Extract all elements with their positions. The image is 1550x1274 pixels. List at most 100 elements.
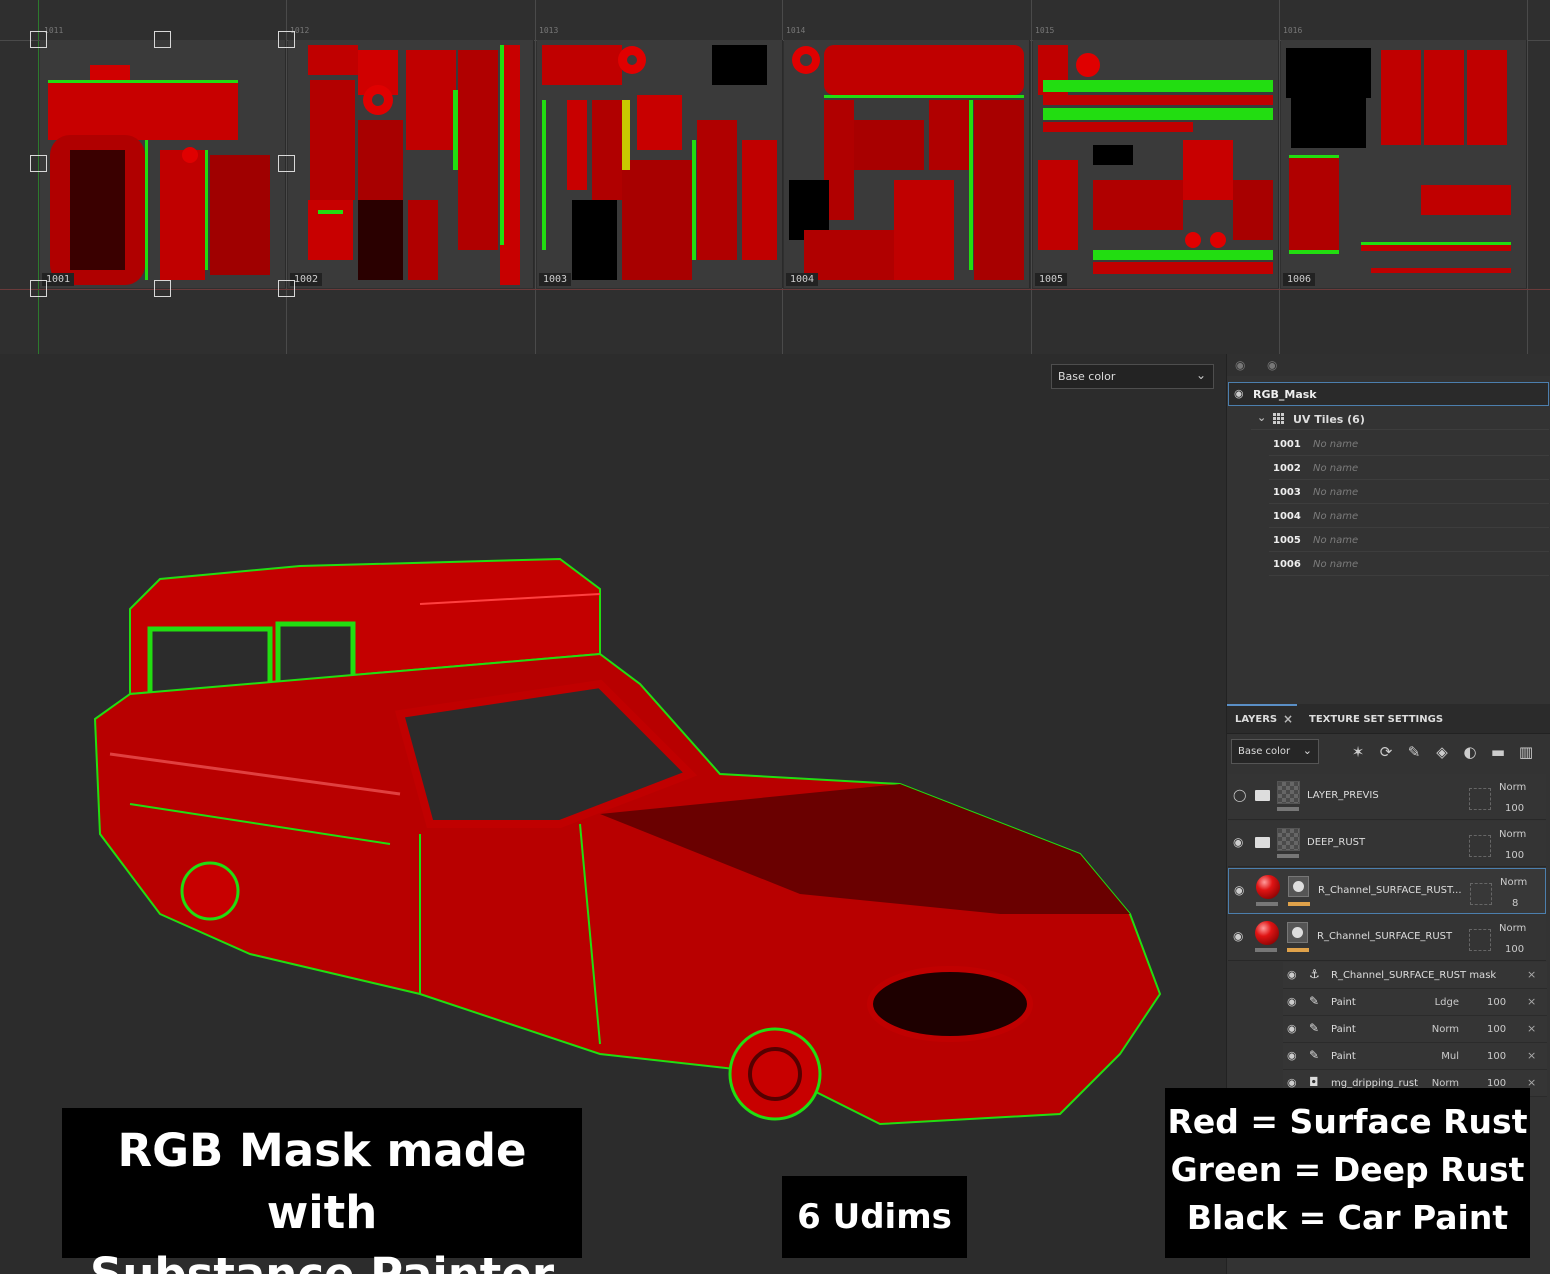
mask-bar xyxy=(1287,948,1309,952)
uv-tile-number: 1004 xyxy=(1273,511,1301,522)
layer-opacity[interactable]: 8 xyxy=(1512,898,1518,909)
layer-opacity[interactable]: 100 xyxy=(1505,850,1524,861)
effect-opacity[interactable]: 100 xyxy=(1487,1024,1506,1035)
transform-handle[interactable] xyxy=(278,155,295,172)
texture-set-item[interactable]: ◉ RGB_Mask xyxy=(1228,382,1549,406)
layer-mask-slot[interactable] xyxy=(1470,883,1492,905)
folder-icon[interactable]: ▬ xyxy=(1488,742,1508,762)
uv-tile-1005[interactable]: 1005 xyxy=(1033,40,1279,288)
paint-effect-row[interactable]: ◉ ✎ Paint Ldge 100 × xyxy=(1283,989,1547,1016)
layer-mask-slot[interactable] xyxy=(1469,835,1491,857)
effect-blend-mode[interactable]: Norm xyxy=(1389,1024,1459,1035)
uv-top-label: 1013 xyxy=(539,26,559,35)
paint-brush-icon[interactable]: ✎ xyxy=(1404,742,1424,762)
transform-handle[interactable] xyxy=(278,31,295,48)
layer-mask-slot[interactable] xyxy=(1469,929,1491,951)
uv-tile-item[interactable]: 1003 No name xyxy=(1269,480,1549,504)
layers-channel-value: Base color xyxy=(1238,746,1291,757)
uv-tile-1004[interactable]: 1004 xyxy=(784,40,1030,288)
mask-effect-row[interactable]: ◉ ⚓ R_Channel_SURFACE_RUST mask × xyxy=(1283,962,1547,989)
texture-set-toolbar: ◉ ◉ xyxy=(1227,354,1550,376)
transform-handle[interactable] xyxy=(30,155,47,172)
eye-icon[interactable]: ◉ xyxy=(1287,968,1297,981)
uv-tile-item[interactable]: 1001 No name xyxy=(1269,432,1549,456)
add-layer-icon[interactable]: ⟳ xyxy=(1376,742,1396,762)
transform-handle[interactable] xyxy=(30,280,47,297)
uv-tiles-group[interactable]: ⌄ UV Tiles (6) xyxy=(1251,408,1549,430)
trash-icon[interactable]: ▥ xyxy=(1516,742,1536,762)
viewport-channel-select[interactable]: Base color ⌄ xyxy=(1051,364,1214,389)
uv-tile-label: 1005 xyxy=(1035,273,1068,286)
paint-effect-row[interactable]: ◉ ✎ Paint Norm 100 × xyxy=(1283,1016,1547,1043)
transform-handle[interactable] xyxy=(154,280,171,297)
layer-opacity[interactable]: 100 xyxy=(1505,803,1524,814)
magic-wand-icon[interactable]: ✶ xyxy=(1348,742,1368,762)
eye-icon[interactable]: ◉ xyxy=(1234,883,1244,897)
mask-thumbnail[interactable] xyxy=(1288,876,1309,897)
tab-layers[interactable]: LAYERS xyxy=(1226,704,1298,725)
close-icon[interactable]: × xyxy=(1527,1049,1536,1062)
effect-blend-mode[interactable]: Ldge xyxy=(1389,997,1459,1008)
effect-name: Paint xyxy=(1331,997,1356,1008)
eye-icon[interactable]: ◉ xyxy=(1234,387,1244,400)
uv-tile-1002[interactable]: 1002 xyxy=(288,40,534,288)
uv-tile-item[interactable]: 1002 No name xyxy=(1269,456,1549,480)
layer-mask-slot[interactable] xyxy=(1469,788,1491,810)
effect-name: Paint xyxy=(1331,1051,1356,1062)
effect-name: R_Channel_SURFACE_RUST mask xyxy=(1331,970,1497,981)
close-icon[interactable]: × xyxy=(1283,712,1293,726)
uv-tile-1003[interactable]: 1003 xyxy=(537,40,783,288)
texture-set-name: RGB_Mask xyxy=(1253,388,1317,401)
transform-handle[interactable] xyxy=(278,280,295,297)
eye-visibility-icon[interactable]: ◉ xyxy=(1235,358,1251,372)
layer-blend-mode[interactable]: Norm xyxy=(1499,923,1526,934)
transform-handle[interactable] xyxy=(154,31,171,48)
layer-blend-mode[interactable]: Norm xyxy=(1500,877,1527,888)
eye-icon[interactable]: ◉ xyxy=(1287,1049,1297,1062)
layer-item[interactable]: ◉ DEEP_RUST Norm 100 xyxy=(1228,821,1546,867)
layer-name: LAYER_PREVIS xyxy=(1307,790,1379,801)
uv-tile-1006[interactable]: 1006 xyxy=(1281,40,1527,288)
eye-icon[interactable]: ◉ xyxy=(1287,995,1297,1008)
uv-tile-item[interactable]: 1004 No name xyxy=(1269,504,1549,528)
layers-channel-select[interactable]: Base color ⌄ xyxy=(1231,739,1319,764)
uv-editor[interactable]: 1001 1002 1003 1004 1005 1006 1011 1012 … xyxy=(0,0,1550,354)
close-icon[interactable]: × xyxy=(1527,968,1536,981)
paint-effect-row[interactable]: ◉ ✎ Paint Mul 100 × xyxy=(1283,1043,1547,1070)
layer-opacity[interactable]: 100 xyxy=(1505,944,1524,955)
caption-line: Substance Painter xyxy=(62,1244,582,1274)
layer-item[interactable]: ◯ LAYER_PREVIS Norm 100 xyxy=(1228,774,1546,820)
close-icon[interactable]: × xyxy=(1527,995,1536,1008)
uv-islands-1001 xyxy=(48,65,270,285)
layer-item[interactable]: ◉ R_Channel_SURFACE_RUST Norm 100 xyxy=(1228,915,1546,961)
uv-tile-item[interactable]: 1006 No name xyxy=(1269,552,1549,576)
transform-handle[interactable] xyxy=(30,31,47,48)
layer-item-selected[interactable]: ◉ R_Channel_SURFACE_RUST... Norm 8 xyxy=(1228,868,1546,914)
eye-icon[interactable]: ◉ xyxy=(1233,835,1243,849)
tab-texture-set-settings[interactable]: TEXTURE SET SETTINGS xyxy=(1309,714,1443,725)
layer-name: DEEP_RUST xyxy=(1307,837,1366,848)
chevron-down-icon: ⌄ xyxy=(1302,744,1312,757)
effect-opacity[interactable]: 100 xyxy=(1487,1051,1506,1062)
caption-line: Red = Surface Rust xyxy=(1167,1102,1528,1141)
uv-tile-1001[interactable]: 1001 xyxy=(40,40,286,288)
close-icon[interactable]: × xyxy=(1527,1022,1536,1035)
fill-bucket-icon[interactable]: ◈ xyxy=(1432,742,1452,762)
mask-icon[interactable]: ◐ xyxy=(1460,742,1480,762)
eye-icon[interactable]: ◯ xyxy=(1233,788,1246,802)
eye-icon[interactable]: ◉ xyxy=(1267,358,1283,372)
brush-icon: ✎ xyxy=(1309,1021,1320,1035)
uv-tile-number: 1003 xyxy=(1273,487,1301,498)
layers-tab-bar: LAYERS × TEXTURE SET SETTINGS xyxy=(1226,704,1550,734)
eye-icon[interactable]: ◉ xyxy=(1233,929,1243,943)
effect-opacity[interactable]: 100 xyxy=(1487,997,1506,1008)
chevron-down-icon[interactable]: ⌄ xyxy=(1257,411,1266,424)
layer-blend-mode[interactable]: Norm xyxy=(1499,782,1526,793)
effect-blend-mode[interactable]: Mul xyxy=(1389,1051,1459,1062)
uv-tile-number: 1006 xyxy=(1273,559,1301,570)
eye-icon[interactable]: ◉ xyxy=(1287,1022,1297,1035)
thumbnail-bar xyxy=(1277,807,1299,811)
layer-blend-mode[interactable]: Norm xyxy=(1499,829,1526,840)
uv-tile-item[interactable]: 1005 No name xyxy=(1269,528,1549,552)
mask-thumbnail[interactable] xyxy=(1287,922,1308,943)
